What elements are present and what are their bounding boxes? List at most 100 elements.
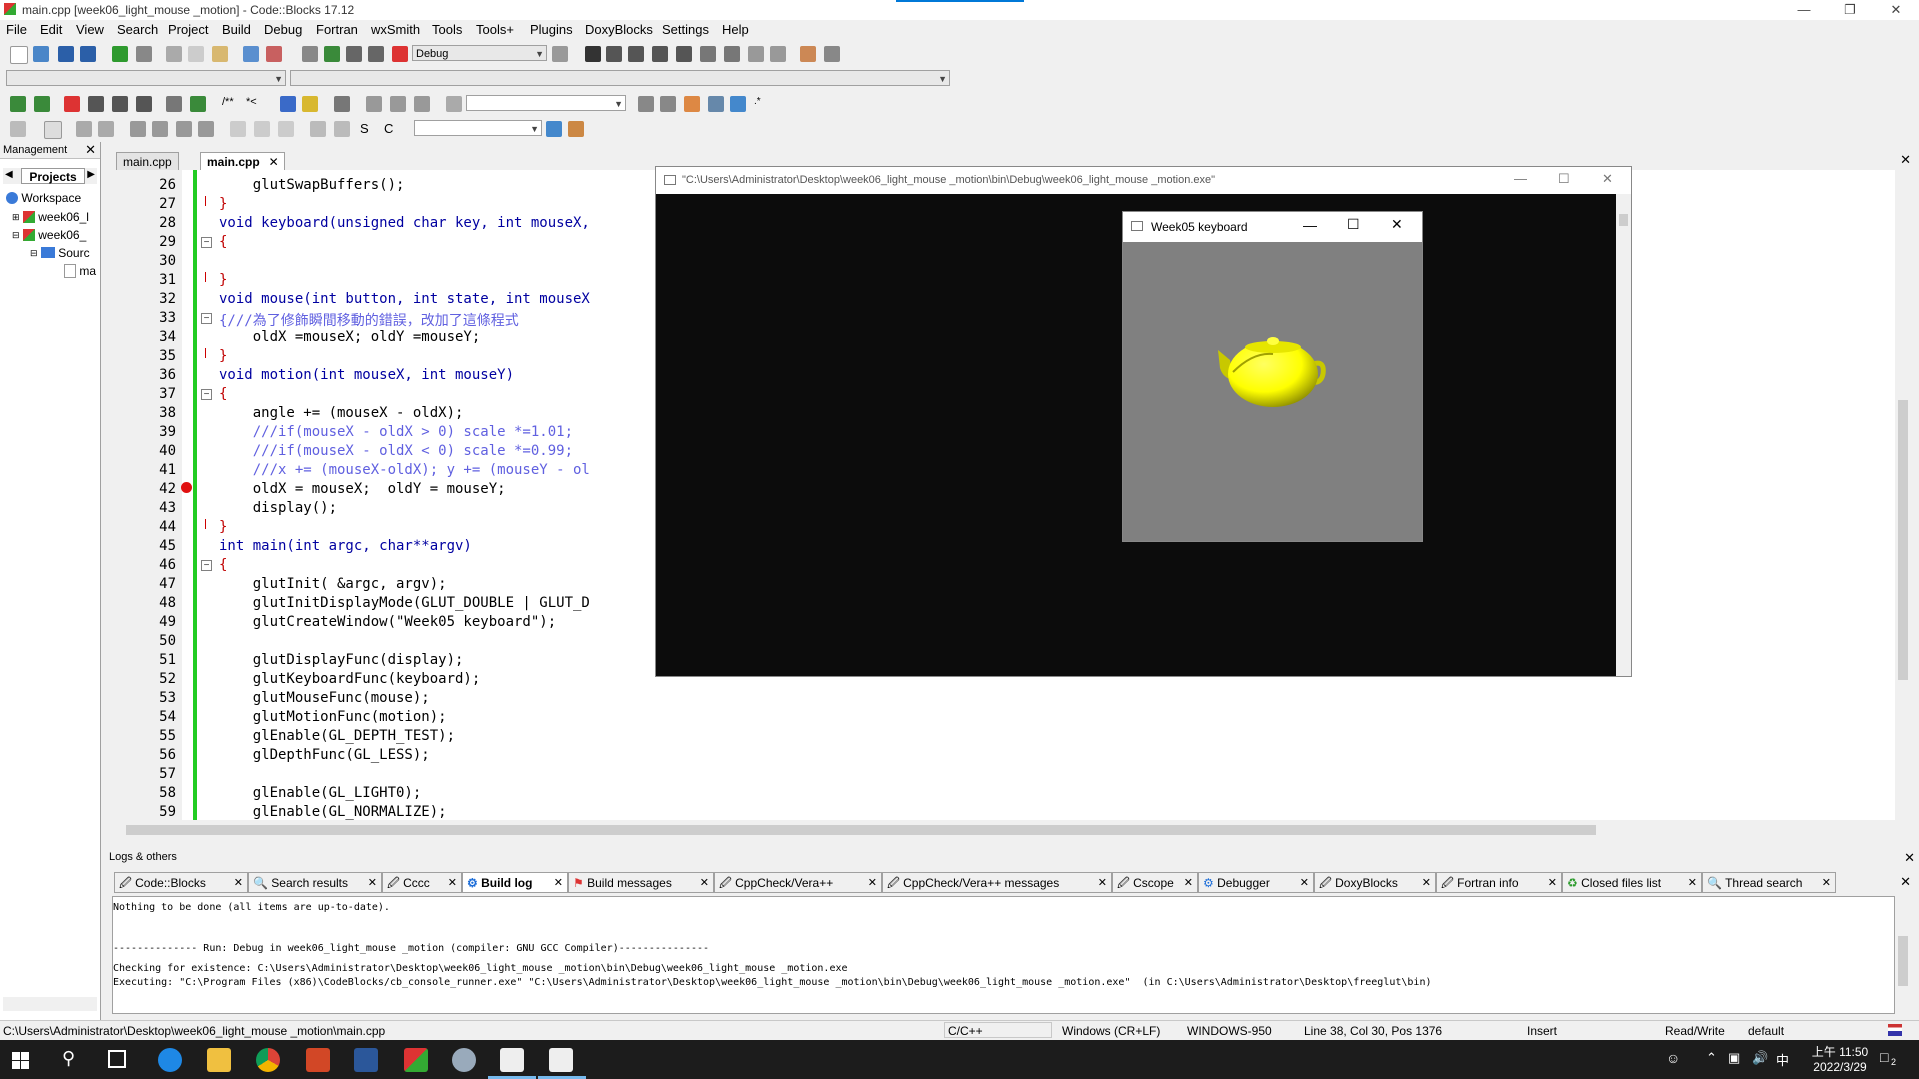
thread-search-combo[interactable]: ▼ bbox=[466, 95, 626, 111]
tab-main-cpp-1[interactable]: main.cpp bbox=[116, 152, 179, 171]
search-back-icon[interactable] bbox=[638, 96, 654, 112]
log-tab-build-log[interactable]: ⚙ Build log ✕ bbox=[462, 872, 568, 893]
tab-close-icon[interactable]: ✕ bbox=[269, 153, 279, 171]
prev-bookmark-icon[interactable] bbox=[88, 96, 104, 112]
run-icon[interactable] bbox=[324, 46, 340, 62]
tab-close-icon[interactable]: ✕ bbox=[1098, 873, 1107, 894]
align-1-icon[interactable] bbox=[230, 121, 246, 137]
code-line[interactable]: oldX = mouseX; oldY = mouseY; bbox=[219, 481, 506, 497]
menu-edit[interactable]: Edit bbox=[40, 22, 62, 37]
console-close-button[interactable]: ✕ bbox=[1602, 171, 1613, 187]
restore-button[interactable]: ❐ bbox=[1827, 0, 1873, 20]
tab-scroll-right-icon[interactable]: ▶ bbox=[87, 169, 95, 180]
symbol-find-icon[interactable] bbox=[546, 121, 562, 137]
menu-file[interactable]: File bbox=[6, 22, 27, 37]
find-icon[interactable] bbox=[243, 46, 259, 62]
code-line[interactable]: } bbox=[219, 519, 227, 535]
menu-search[interactable]: Search bbox=[117, 22, 158, 37]
windows-start-icon[interactable] bbox=[12, 1052, 29, 1069]
glut-minimize-button[interactable]: — bbox=[1303, 217, 1317, 233]
stop-debug-icon[interactable] bbox=[770, 46, 786, 62]
logs-close-icon[interactable]: ✕ bbox=[1904, 850, 1915, 866]
symbol-settings-icon[interactable] bbox=[568, 121, 584, 137]
rebuild-icon[interactable] bbox=[368, 46, 384, 62]
fold-toggle-icon[interactable]: − bbox=[201, 560, 212, 571]
tab-close-icon[interactable]: ✕ bbox=[448, 873, 457, 894]
collapse-icon[interactable]: ⊟ bbox=[30, 248, 38, 258]
code-line[interactable]: glutKeyboardFunc(keyboard); bbox=[219, 671, 481, 687]
menu-view[interactable]: View bbox=[76, 22, 104, 37]
tab-close-icon[interactable]: ✕ bbox=[1300, 873, 1309, 894]
menu-wxsmith[interactable]: wxSmith bbox=[371, 22, 420, 37]
step-instruction-icon[interactable] bbox=[724, 46, 740, 62]
search-mode-icon[interactable] bbox=[446, 96, 462, 112]
code-line[interactable]: glEnable(GL_DEPTH_TEST); bbox=[219, 728, 455, 744]
code-line[interactable]: glDepthFunc(GL_LESS); bbox=[219, 747, 430, 763]
menu-plugins[interactable]: Plugins bbox=[530, 22, 573, 37]
code-line[interactable]: void mouse(int button, int state, int mo… bbox=[219, 291, 590, 307]
save-all-icon[interactable] bbox=[80, 46, 96, 62]
log-tab-cppcheck-messages[interactable]: 🖉 CppCheck/Vera++ messages ✕ bbox=[882, 872, 1112, 893]
logs-scroll-thumb[interactable] bbox=[1898, 936, 1908, 986]
hscroll-thumb[interactable] bbox=[126, 825, 1596, 835]
debug-windows-icon[interactable] bbox=[800, 46, 816, 62]
tab-close-icon[interactable]: ✕ bbox=[368, 873, 377, 894]
code-line[interactable]: glutMouseFunc(mouse); bbox=[219, 690, 430, 706]
expand-icon[interactable]: ⊞ bbox=[12, 212, 20, 222]
zoom-out-icon[interactable] bbox=[334, 121, 350, 137]
build-run-icon[interactable] bbox=[346, 46, 362, 62]
logs-tabs-close-icon[interactable]: ✕ bbox=[1900, 874, 1911, 890]
tray-chevron-icon[interactable]: ⌃ bbox=[1706, 1050, 1717, 1066]
code-line[interactable]: glEnable(GL_LIGHT0); bbox=[219, 785, 422, 801]
highlight-icon[interactable] bbox=[166, 96, 182, 112]
code-line[interactable]: display(); bbox=[219, 500, 337, 516]
jump-back-icon[interactable] bbox=[10, 96, 26, 112]
console-minimize-button[interactable]: — bbox=[1514, 171, 1527, 186]
fold-toggle-icon[interactable]: − bbox=[201, 389, 212, 400]
volume-icon[interactable]: 🔊 bbox=[1752, 1050, 1768, 1066]
search-forward-icon[interactable] bbox=[660, 96, 676, 112]
symbol-s-icon[interactable]: S bbox=[360, 121, 376, 137]
align-3-icon[interactable] bbox=[278, 121, 294, 137]
tree-workspace[interactable]: Workspace bbox=[6, 190, 81, 205]
undo-icon[interactable] bbox=[112, 46, 128, 62]
code-line[interactable]: } bbox=[219, 348, 227, 364]
code-line[interactable]: { bbox=[219, 386, 227, 402]
codeblocks-taskbar-icon[interactable] bbox=[404, 1048, 428, 1072]
align-2-icon[interactable] bbox=[254, 121, 270, 137]
pointer-icon[interactable] bbox=[10, 121, 26, 137]
menu-build[interactable]: Build bbox=[222, 22, 251, 37]
console-taskbar-icon[interactable] bbox=[500, 1048, 524, 1072]
debug-info-icon[interactable] bbox=[824, 46, 840, 62]
code-line[interactable]: ///if(mouseX - oldX < 0) scale *=0.99; bbox=[219, 443, 573, 459]
layout-3-icon[interactable] bbox=[176, 121, 192, 137]
prev-code-icon[interactable] bbox=[366, 96, 382, 112]
debug-start-icon[interactable] bbox=[585, 46, 601, 62]
chrome-icon[interactable] bbox=[256, 1048, 280, 1072]
copy-icon[interactable] bbox=[188, 46, 204, 62]
log-tab-doxyblocks[interactable]: 🖉 DoxyBlocks ✕ bbox=[1314, 872, 1436, 893]
menu-settings[interactable]: Settings bbox=[662, 22, 709, 37]
symbol-c-icon[interactable]: C bbox=[384, 121, 400, 137]
new-file-icon[interactable] bbox=[10, 46, 28, 64]
tree-main-file[interactable]: ma bbox=[64, 263, 96, 278]
log-tab-debugger[interactable]: ⚙ Debugger ✕ bbox=[1198, 872, 1314, 893]
log-tab-fortran-info[interactable]: 🖉 Fortran info ✕ bbox=[1436, 872, 1562, 893]
log-tab-thread-search[interactable]: 🔍 Thread search ✕ bbox=[1702, 872, 1836, 893]
editor-close-icon[interactable]: ✕ bbox=[1900, 152, 1911, 168]
next-code-icon[interactable] bbox=[414, 96, 430, 112]
console-maximize-button[interactable]: ☐ bbox=[1558, 171, 1570, 187]
management-close-icon[interactable]: ✕ bbox=[85, 142, 96, 158]
glut-maximize-button[interactable]: ☐ bbox=[1347, 216, 1360, 233]
open-icon[interactable] bbox=[33, 46, 49, 62]
key-icon[interactable] bbox=[334, 96, 350, 112]
code-line[interactable]: glEnable(GL_NORMALIZE); bbox=[219, 804, 447, 820]
fold-toggle-icon[interactable]: − bbox=[201, 237, 212, 248]
tree-project-1[interactable]: ⊞ week06_l bbox=[12, 209, 89, 224]
code-line[interactable]: int main(int argc, char**argv) bbox=[219, 538, 472, 554]
build-log-output[interactable] bbox=[112, 896, 1895, 1014]
replace-icon[interactable] bbox=[266, 46, 282, 62]
log-tab-cscope[interactable]: 🖉 Cscope ✕ bbox=[1112, 872, 1198, 893]
clock[interactable]: 上午 11:50 2022/3/29 bbox=[1808, 1043, 1872, 1074]
search-icon[interactable]: ⚲ bbox=[62, 1048, 75, 1069]
